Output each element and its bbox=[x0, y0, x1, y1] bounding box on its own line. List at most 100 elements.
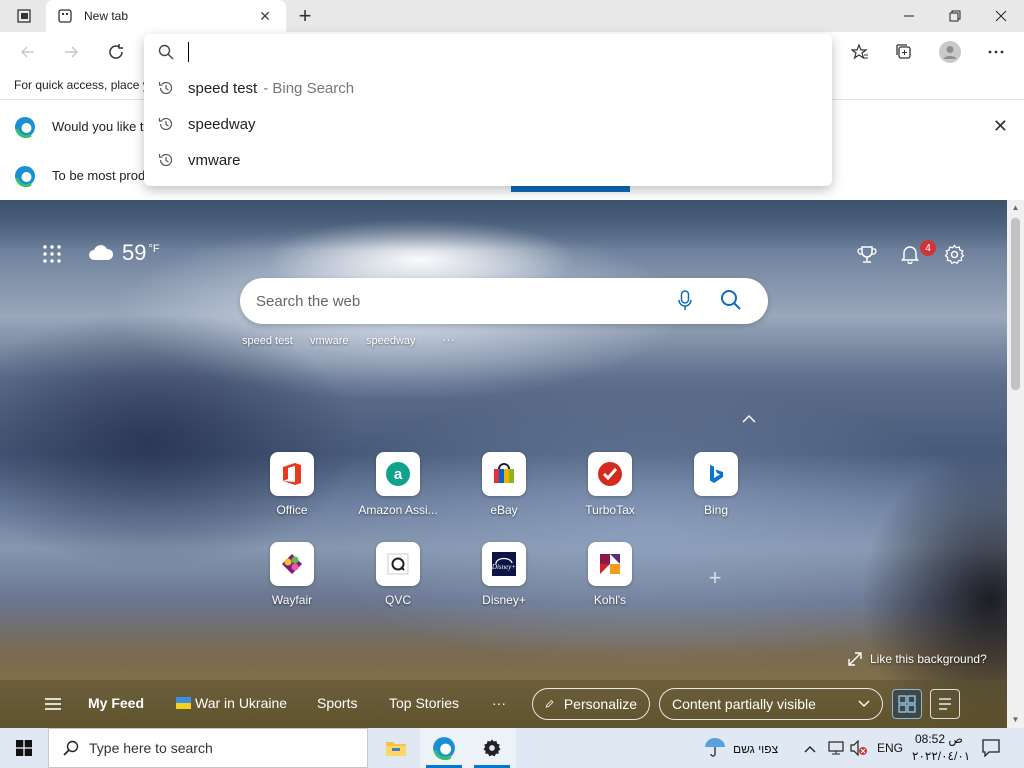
address-bar-input[interactable] bbox=[144, 34, 832, 70]
volume-button[interactable] bbox=[850, 739, 868, 759]
suggestion-item[interactable]: speedway bbox=[144, 106, 832, 142]
tile-wayfair[interactable]: Wayfair bbox=[247, 542, 337, 622]
page-scrollbar[interactable]: ▲ ▼ bbox=[1007, 200, 1024, 728]
tile-label: Disney+ bbox=[482, 593, 526, 607]
network-status-button[interactable] bbox=[828, 740, 844, 759]
tile-office[interactable]: Office bbox=[247, 452, 337, 532]
personalize-button[interactable]: Personalize bbox=[532, 688, 650, 720]
infobar-message: Would you like t bbox=[52, 119, 144, 134]
tab-close-icon[interactable]: ✕ bbox=[256, 8, 274, 25]
infobar-action-button[interactable] bbox=[511, 186, 630, 192]
collections-button[interactable] bbox=[890, 38, 918, 66]
edge-logo-icon bbox=[15, 117, 35, 138]
feed-menu-button[interactable] bbox=[44, 697, 62, 714]
feed-more-button[interactable]: ··· bbox=[492, 695, 506, 711]
clock-time[interactable]: 08:52 ص bbox=[915, 732, 963, 746]
feed-tab-sports[interactable]: Sports bbox=[317, 695, 357, 711]
input-language-button[interactable]: ENG bbox=[877, 741, 903, 755]
notifications-button[interactable] bbox=[900, 244, 920, 267]
list-view-icon bbox=[939, 698, 951, 710]
windows-taskbar: Type here to search צפוי גשם ENG 08:52 ص… bbox=[0, 728, 1024, 768]
list-layout-button[interactable] bbox=[930, 689, 960, 719]
quick-search-link[interactable]: speedway bbox=[366, 335, 416, 347]
like-background-button[interactable]: Like this background? bbox=[848, 652, 987, 666]
grid-layout-button[interactable] bbox=[892, 689, 922, 719]
edge-logo-icon bbox=[433, 737, 455, 760]
tile-kohls[interactable]: Kohl's bbox=[565, 542, 655, 622]
gear-icon bbox=[483, 739, 501, 757]
taskbar-settings[interactable] bbox=[468, 728, 516, 768]
close-window-button[interactable] bbox=[978, 0, 1024, 32]
tile-ebay[interactable]: eBay bbox=[459, 452, 549, 532]
clock-date[interactable]: ٢٠٢٢/٠٤/٠١ bbox=[912, 749, 970, 763]
weather-widget[interactable]: 59 °F bbox=[88, 240, 160, 266]
tile-amazon-assistant[interactable]: a Amazon Assi... bbox=[353, 452, 443, 532]
content-visibility-dropdown[interactable]: Content partially visible bbox=[659, 688, 883, 720]
tile-bing[interactable]: Bing bbox=[671, 452, 761, 532]
infobar-close-icon[interactable]: ✕ bbox=[993, 116, 1008, 137]
profile-button[interactable] bbox=[936, 38, 964, 66]
suggestion-source: - Bing Search bbox=[263, 79, 355, 97]
weather-temperature: 59 bbox=[122, 240, 147, 265]
notification-icon bbox=[982, 739, 1000, 758]
refresh-button[interactable] bbox=[102, 38, 130, 66]
collapse-tiles-button[interactable] bbox=[742, 412, 756, 426]
add-site-button[interactable]: + bbox=[704, 567, 726, 589]
bing-icon bbox=[694, 452, 738, 496]
back-button[interactable] bbox=[14, 38, 42, 66]
scrollbar-thumb[interactable] bbox=[1011, 218, 1020, 390]
microphone-icon[interactable] bbox=[678, 290, 692, 315]
scroll-up-icon[interactable]: ▲ bbox=[1007, 200, 1024, 216]
action-center-button[interactable] bbox=[982, 739, 1000, 760]
avatar-icon bbox=[939, 41, 961, 63]
quick-search-link[interactable]: speed test bbox=[242, 335, 293, 347]
qvc-icon bbox=[376, 542, 420, 586]
content-visibility-value: Content partially visible bbox=[672, 696, 816, 712]
feed-tab-top-stories[interactable]: Top Stories bbox=[389, 695, 459, 711]
tile-disney-plus[interactable]: Disney+ Disney+ bbox=[459, 542, 549, 622]
tile-label: Kohl's bbox=[593, 593, 627, 607]
taskbar-search-box[interactable]: Type here to search bbox=[48, 728, 368, 768]
taskbar-edge[interactable] bbox=[420, 728, 468, 768]
scroll-down-icon[interactable]: ▼ bbox=[1007, 712, 1024, 728]
chevron-down-icon bbox=[858, 700, 870, 707]
tile-label: Office bbox=[276, 503, 308, 517]
tile-label: Wayfair bbox=[271, 593, 313, 607]
taskbar-file-explorer[interactable] bbox=[372, 728, 420, 768]
turbotax-icon bbox=[588, 452, 632, 496]
speaker-muted-icon bbox=[850, 739, 867, 757]
chevron-up-icon bbox=[742, 415, 756, 423]
minimize-button[interactable] bbox=[886, 0, 932, 32]
settings-more-button[interactable] bbox=[982, 38, 1010, 66]
app-grid-icon bbox=[43, 245, 61, 263]
text-caret bbox=[188, 42, 189, 62]
search-submit-icon[interactable] bbox=[720, 289, 742, 314]
pencil-icon bbox=[545, 699, 554, 708]
tab-actions-icon bbox=[17, 9, 31, 23]
feed-tab-my-feed[interactable]: My Feed bbox=[88, 695, 144, 711]
quick-search-link[interactable]: vmware bbox=[310, 335, 349, 347]
umbrella-icon bbox=[705, 738, 725, 757]
feed-tab-war-in-ukraine[interactable]: War in Ukraine bbox=[176, 695, 287, 711]
apps-launcher-button[interactable] bbox=[42, 244, 62, 267]
tab-new-tab[interactable]: New tab ✕ bbox=[46, 0, 286, 32]
tile-turbotax[interactable]: TurboTax bbox=[565, 452, 655, 532]
web-search-input[interactable] bbox=[256, 290, 656, 312]
folder-icon bbox=[386, 742, 406, 756]
maximize-button[interactable] bbox=[932, 0, 978, 32]
show-hidden-icons-button[interactable] bbox=[804, 741, 816, 756]
rewards-button[interactable] bbox=[857, 244, 877, 267]
favorites-button[interactable] bbox=[846, 38, 874, 66]
tab-actions-button[interactable] bbox=[8, 4, 40, 28]
suggestion-item[interactable]: speed test - Bing Search bbox=[144, 70, 832, 106]
infobar-message: To be most prod bbox=[52, 168, 146, 183]
taskbar-weather-widget[interactable] bbox=[704, 736, 726, 761]
forward-button[interactable] bbox=[57, 38, 85, 66]
start-button[interactable] bbox=[0, 728, 48, 768]
suggestion-item[interactable]: vmware bbox=[144, 142, 832, 178]
personalize-label: Personalize bbox=[563, 696, 637, 712]
quick-links-more-button[interactable]: ··· bbox=[442, 332, 455, 347]
page-settings-button[interactable] bbox=[944, 244, 965, 268]
new-tab-button[interactable]: + bbox=[292, 3, 318, 29]
tile-qvc[interactable]: QVC bbox=[353, 542, 443, 622]
